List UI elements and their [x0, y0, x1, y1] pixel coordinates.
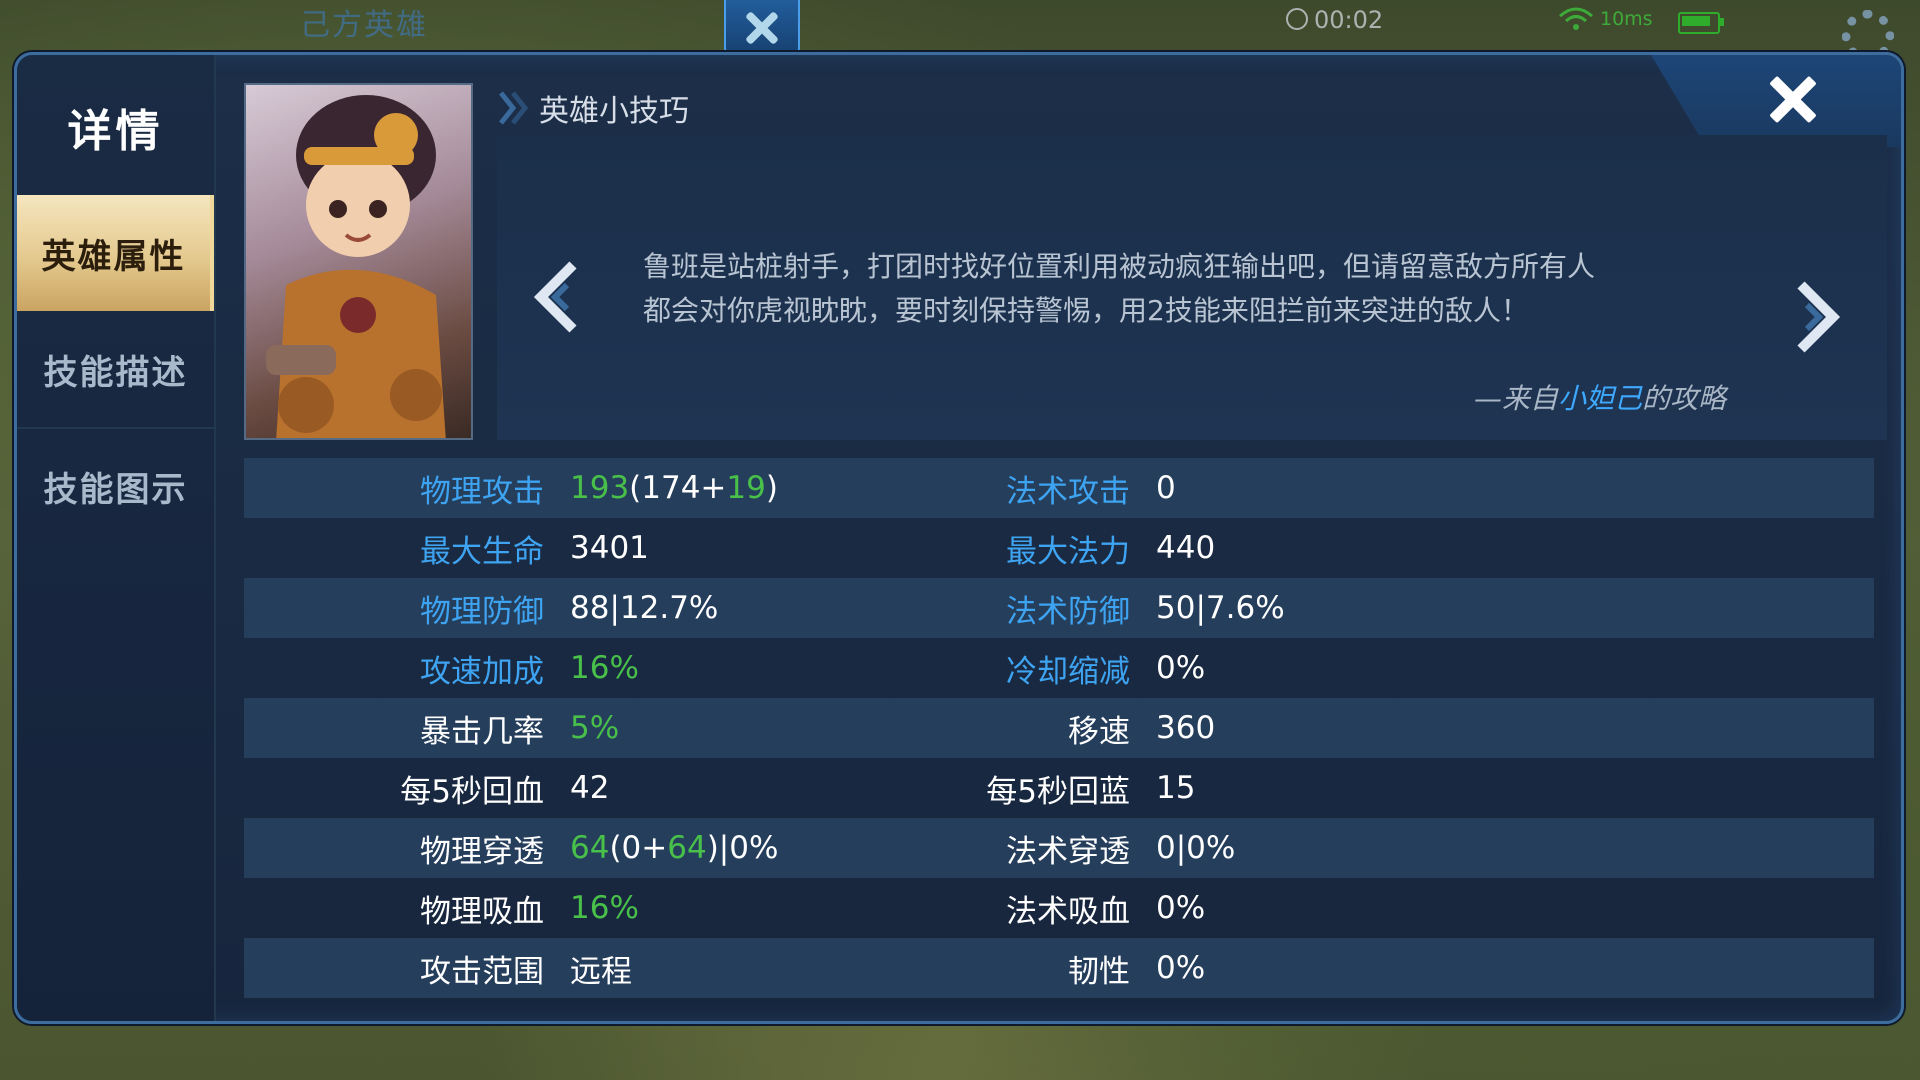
battery-icon	[1678, 12, 1724, 34]
stat-value-total: 64	[570, 830, 610, 866]
stat-label: 攻速加成	[420, 653, 544, 690]
double-chevron-icon	[499, 91, 529, 125]
stat-value: 0	[1156, 470, 1176, 506]
stat-value-base: (174+	[629, 470, 727, 506]
stat-label: 物理吸血	[420, 893, 544, 930]
stat-value: 88|12.7%	[570, 590, 719, 626]
stat-label: 韧性	[1068, 953, 1130, 990]
stat-value: 42	[570, 770, 610, 806]
stat-value: 3401	[570, 530, 649, 566]
tab-label: 技能描述	[43, 352, 188, 393]
tip-source: —来自小妲己的攻略	[1474, 377, 1726, 417]
stat-label: 法术防御	[1006, 593, 1130, 630]
stat-row: 物理吸血 16% 法术吸血 0%	[244, 878, 1874, 938]
stat-value: 15	[1156, 770, 1196, 806]
stat-label: 物理攻击	[420, 473, 544, 510]
hero-portrait	[244, 83, 473, 440]
tab-skill-illustration[interactable]: 技能图示	[17, 427, 214, 543]
tab-label: 技能图示	[43, 469, 188, 510]
stat-value-close: )	[765, 470, 778, 506]
stat-label: 攻击范围	[420, 953, 544, 990]
stat-label: 法术穿透	[1006, 833, 1130, 870]
game-timer: 00:02	[1286, 6, 1383, 34]
stat-value: 50|7.6%	[1156, 590, 1285, 626]
hero-details-panel: 详情 英雄属性 技能描述 技能图示 英雄小技巧 鲁班是站桩射手，打团时找好位置利…	[14, 52, 1904, 1024]
clock-icon	[1286, 8, 1308, 30]
stat-row: 攻速加成 16% 冷却缩减 0%	[244, 638, 1874, 698]
close-button[interactable]	[1763, 69, 1823, 129]
stat-row: 物理防御 88|12.7% 法术防御 50|7.6%	[244, 578, 1874, 638]
stat-value: 5%	[570, 710, 620, 746]
wifi-icon	[1559, 7, 1593, 30]
hero-tip-line: 鲁班是站桩射手，打团时找好位置利用被动疯狂输出吧，但请留意敌方所有人	[643, 250, 1596, 283]
game-timer-text: 00:02	[1314, 6, 1384, 34]
stat-value: 64(0+64)|0%	[570, 830, 830, 866]
stat-value: 440	[1156, 530, 1216, 566]
stat-value: 0%	[1156, 890, 1206, 926]
stat-value-bonus: 19	[726, 470, 766, 506]
stat-label: 冷却缩减	[1006, 653, 1130, 690]
stat-row: 攻击范围 远程 韧性 0%	[244, 938, 1874, 998]
stat-value-bonus: 64	[667, 830, 707, 866]
stat-label: 每5秒回蓝	[986, 773, 1130, 810]
stat-label: 最大生命	[420, 533, 544, 570]
tips-title: 英雄小技巧	[539, 94, 689, 129]
stat-value-close: )|0%	[706, 830, 779, 866]
stat-label: 暴击几率	[420, 713, 544, 750]
stat-value: 360	[1156, 710, 1216, 746]
hero-portrait-art	[266, 95, 446, 438]
hero-stats-table: 物理攻击 193(174+19) 法术攻击 0 最大生命 3401 最大法力 4…	[244, 458, 1874, 998]
details-content: 英雄小技巧 鲁班是站桩射手，打团时找好位置利用被动疯狂输出吧，但请留意敌方所有人…	[217, 55, 1901, 1021]
stat-value: 0%	[1156, 950, 1206, 986]
tip-source-author[interactable]: 小妲己	[1558, 382, 1642, 415]
stat-value: 远程	[570, 953, 632, 990]
sidebar-title: 详情	[67, 106, 164, 157]
stat-value: 193(174+19)	[570, 470, 830, 506]
tab-label: 英雄属性	[41, 236, 186, 277]
tab-hero-attributes[interactable]: 英雄属性	[17, 195, 214, 311]
previous-tip-arrow-icon[interactable]	[527, 257, 587, 337]
stat-value: 0|0%	[1156, 830, 1236, 866]
stat-row: 最大生命 3401 最大法力 440	[244, 518, 1874, 578]
ping-readout: 10ms	[1600, 8, 1653, 30]
stat-row: 物理攻击 193(174+19) 法术攻击 0	[244, 458, 1874, 518]
stat-label: 移速	[1068, 713, 1130, 750]
stat-label: 物理穿透	[420, 833, 544, 870]
hero-tip-text: 鲁班是站桩射手，打团时找好位置利用被动疯狂输出吧，但请留意敌方所有人 都会对你虎…	[643, 245, 1733, 333]
stat-label: 法术吸血	[1006, 893, 1130, 930]
stat-label: 法术攻击	[1006, 473, 1130, 510]
team-heroes-label: 己方英雄	[300, 8, 428, 43]
stat-label: 物理防御	[420, 593, 544, 630]
stat-value: 16%	[570, 650, 639, 686]
stat-row: 每5秒回血 42 每5秒回蓝 15	[244, 758, 1874, 818]
stat-label: 每5秒回血	[400, 773, 544, 810]
tip-source-prefix: —来自	[1473, 382, 1558, 415]
details-sidebar: 详情 英雄属性 技能描述 技能图示	[17, 55, 216, 1021]
stat-value-total: 193	[570, 470, 630, 506]
stat-value-base: (0+	[609, 830, 668, 866]
stat-value: 16%	[570, 890, 639, 926]
tips-header: 英雄小技巧	[497, 83, 689, 133]
tab-skill-description[interactable]: 技能描述	[17, 311, 214, 427]
hud-close-tab-icon	[724, 0, 800, 56]
tip-source-suffix: 的攻略	[1641, 382, 1726, 415]
hero-tip-line: 都会对你虎视眈眈，要时刻保持警惕，用2技能来阻拦前来突进的敌人！	[643, 294, 1529, 327]
stat-row: 物理穿透 64(0+64)|0% 法术穿透 0|0%	[244, 818, 1874, 878]
stat-value: 0%	[1156, 650, 1206, 686]
stat-row: 暴击几率 5% 移速 360	[244, 698, 1874, 758]
stat-label: 最大法力	[1006, 533, 1130, 570]
next-tip-arrow-icon[interactable]	[1787, 277, 1847, 357]
